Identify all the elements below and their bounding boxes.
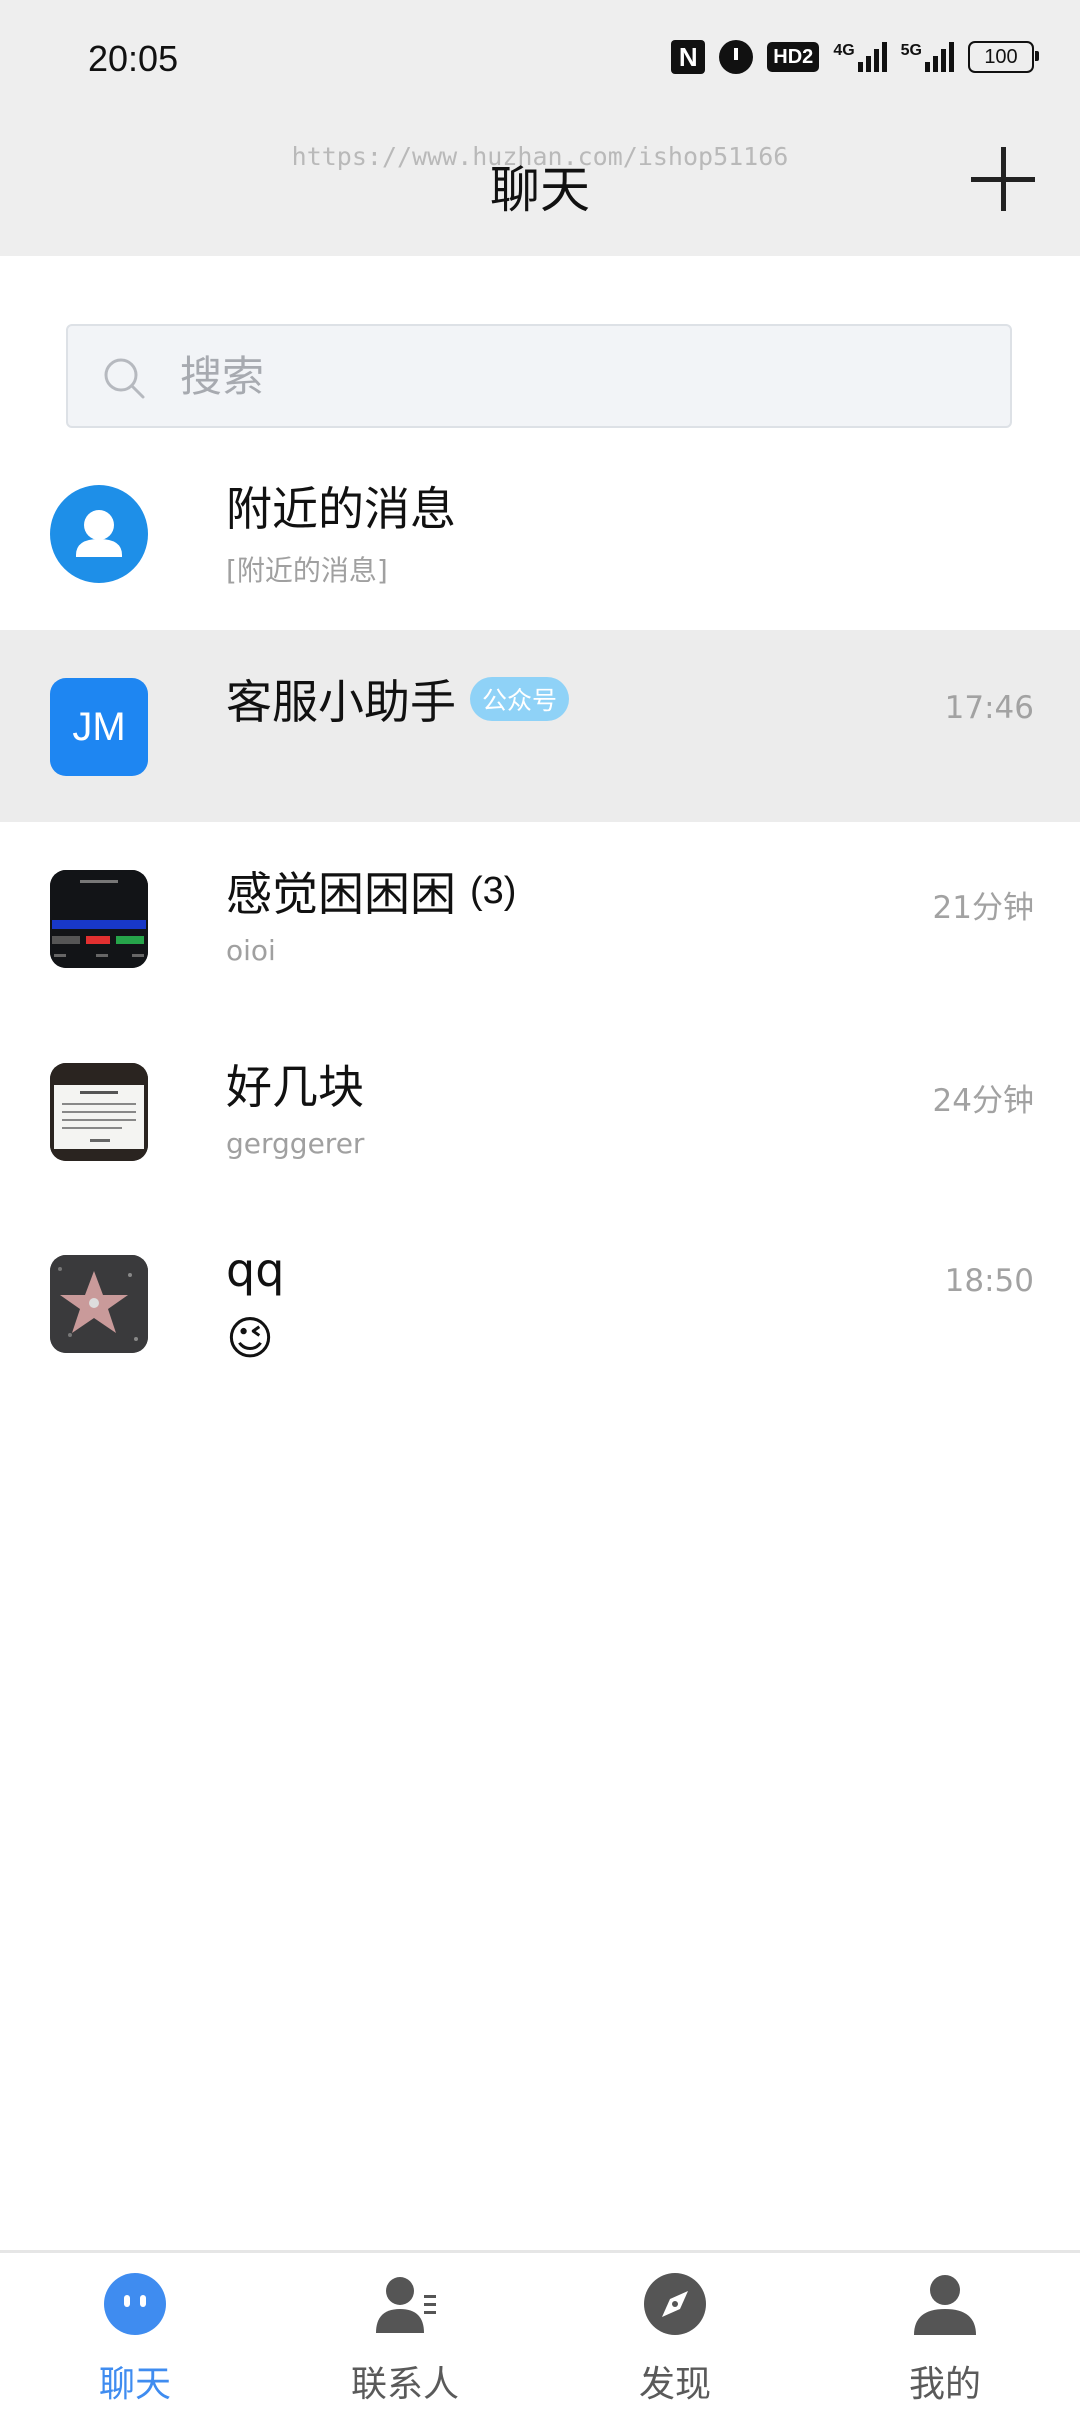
- member-count: (3): [470, 869, 517, 912]
- status-time: 20:05: [88, 38, 179, 79]
- chat-time: 21分钟: [932, 890, 1034, 926]
- add-button[interactable]: [969, 145, 1037, 213]
- search-box[interactable]: [66, 324, 1012, 428]
- status-icons: N HD2 4G 5G 100: [671, 40, 1039, 74]
- chat-preview: [附近的消息]: [226, 554, 388, 587]
- note-thumbnail: [50, 1063, 148, 1161]
- signal-4g-icon: 4G: [833, 42, 887, 72]
- compass-icon: [644, 2273, 706, 2335]
- chat-item-qq[interactable]: qq 😉 18:50: [0, 1207, 1080, 1399]
- contacts-icon: [376, 2277, 436, 2333]
- alarm-icon: [719, 40, 754, 74]
- avatar: [50, 485, 148, 583]
- tab-contacts[interactable]: 联系人: [270, 2253, 540, 2415]
- chat-name: 感觉困困困 (3): [226, 867, 517, 921]
- chat-name: 客服小助手 公众号: [226, 666, 570, 732]
- top-bar: 20:05 N HD2 4G 5G 100 https://www.huzhan…: [0, 0, 1080, 256]
- tab-label: 我的: [908, 2364, 981, 2405]
- tab-label: 发现: [638, 2364, 711, 2405]
- tab-label: 聊天: [98, 2364, 171, 2405]
- tab-discover[interactable]: 发现: [540, 2253, 810, 2415]
- screenshot-thumbnail: [50, 870, 148, 968]
- chat-time: 24分钟: [932, 1083, 1034, 1119]
- person-icon: [76, 510, 122, 557]
- avatar: JM: [50, 678, 148, 776]
- profile-icon: [914, 2275, 976, 2335]
- hd-icon: HD2: [767, 42, 820, 72]
- chat-name: 好几块: [226, 1060, 364, 1114]
- tab-label: 联系人: [350, 2364, 459, 2405]
- chat-preview: gerggerer: [226, 1127, 365, 1160]
- chat-item-nearby[interactable]: 附近的消息 [附近的消息]: [0, 437, 1080, 629]
- search-icon: [104, 358, 145, 399]
- chat-name: qq: [226, 1243, 285, 1297]
- chat-preview: 😉: [226, 1311, 274, 1365]
- star-thumbnail: [50, 1255, 148, 1353]
- chat-item-group[interactable]: 感觉困困困 (3) oioi 21分钟: [0, 822, 1080, 1014]
- tab-chat[interactable]: 聊天: [0, 2253, 270, 2415]
- tab-me[interactable]: 我的: [810, 2253, 1080, 2415]
- official-account-badge: 公众号: [470, 677, 570, 721]
- nfc-icon: N: [671, 40, 706, 74]
- signal-5g-icon: 5G: [901, 42, 954, 72]
- bottom-navigation: 聊天 联系人 发现 我的: [0, 2250, 1080, 2415]
- chat-time: 17:46: [944, 690, 1034, 726]
- battery-icon: 100: [968, 41, 1039, 73]
- chat-preview: oioi: [226, 934, 276, 967]
- chat-item-haojikuai[interactable]: 好几块 gerggerer 24分钟: [0, 1015, 1080, 1207]
- chat-bubble-icon: [104, 2273, 166, 2335]
- chat-time: 18:50: [944, 1263, 1034, 1299]
- chat-name: 附近的消息: [226, 482, 456, 536]
- search-input[interactable]: [180, 340, 960, 412]
- chat-item-support[interactable]: JM 客服小助手 公众号 17:46: [0, 630, 1080, 822]
- page-title: 聊天: [490, 161, 590, 219]
